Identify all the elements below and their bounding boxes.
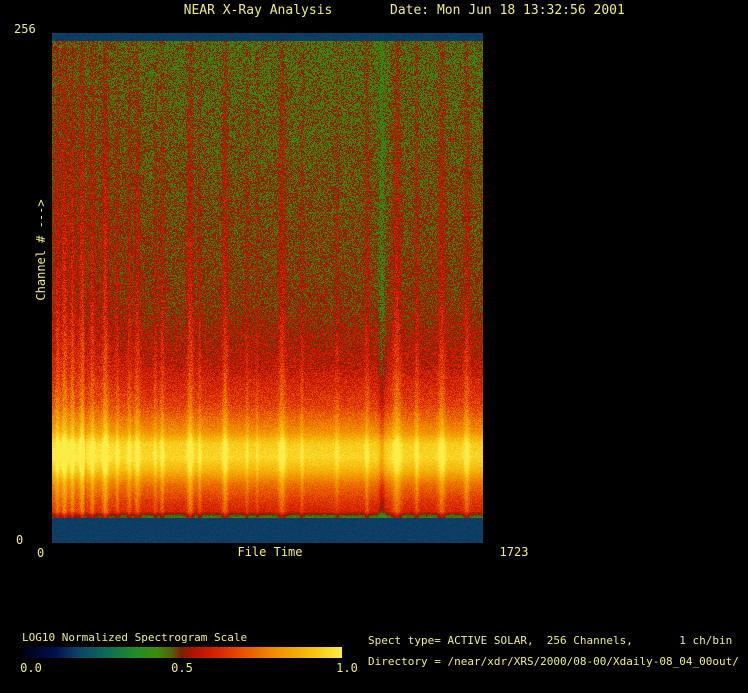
y-axis-max-tick: 256 xyxy=(14,22,36,36)
colorbar-tick-0: 0.0 xyxy=(20,661,42,675)
colorbar xyxy=(22,647,342,658)
x-axis-max-tick: 1723 xyxy=(499,545,529,559)
page-title: NEAR X-Ray Analysis xyxy=(183,3,333,18)
near-xray-analysis-window: NEAR X-Ray Analysis Date: Mon Jun 18 13:… xyxy=(0,0,748,693)
spect-type-line: Spect type= ACTIVE SOLAR, 256 Channels, … xyxy=(368,634,733,647)
colorbar-tick-1: 1.0 xyxy=(336,661,358,675)
directory-line: Directory = /near/xdr/XRS/2000/08-00/Xda… xyxy=(368,655,739,668)
x-axis-label: File Time xyxy=(237,545,303,559)
y-axis-min-tick: 0 xyxy=(16,533,24,547)
date-label: Date: Mon Jun 18 13:32:56 2001 xyxy=(390,3,625,18)
y-axis-label: Channel # ---> xyxy=(34,199,48,301)
spectrogram-heatmap xyxy=(52,33,483,543)
colorbar-title: LOG10 Normalized Spectrogram Scale xyxy=(22,631,248,644)
colorbar-tick-05: 0.5 xyxy=(171,661,193,675)
x-axis-min-tick: 0 xyxy=(37,546,45,560)
